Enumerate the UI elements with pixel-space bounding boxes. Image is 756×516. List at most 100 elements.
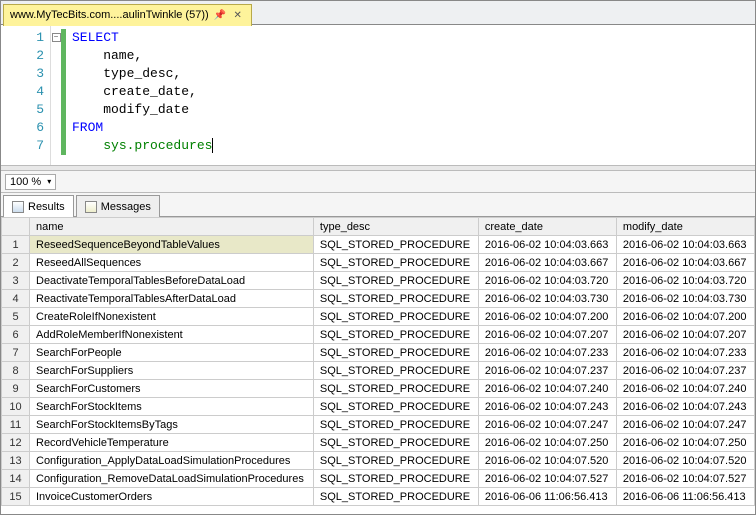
- cell[interactable]: ReseedSequenceBeyondTableValues: [30, 236, 314, 254]
- cell[interactable]: 2016-06-02 10:04:07.200: [478, 308, 616, 326]
- cell[interactable]: 2016-06-02 10:04:07.237: [616, 362, 754, 380]
- table-row[interactable]: 7SearchForPeopleSQL_STORED_PROCEDURE2016…: [2, 344, 755, 362]
- cell[interactable]: SQL_STORED_PROCEDURE: [313, 344, 478, 362]
- cell[interactable]: SQL_STORED_PROCEDURE: [313, 362, 478, 380]
- row-number[interactable]: 2: [2, 254, 30, 272]
- table-row[interactable]: 4ReactivateTemporalTablesAfterDataLoadSQ…: [2, 290, 755, 308]
- cell[interactable]: 2016-06-02 10:04:07.243: [478, 398, 616, 416]
- cell[interactable]: 2016-06-02 10:04:07.247: [616, 416, 754, 434]
- table-row[interactable]: 15InvoiceCustomerOrdersSQL_STORED_PROCED…: [2, 488, 755, 506]
- row-number[interactable]: 8: [2, 362, 30, 380]
- cell[interactable]: SQL_STORED_PROCEDURE: [313, 254, 478, 272]
- row-number[interactable]: 4: [2, 290, 30, 308]
- cell[interactable]: CreateRoleIfNonexistent: [30, 308, 314, 326]
- cell[interactable]: 2016-06-02 10:04:03.663: [478, 236, 616, 254]
- sql-editor[interactable]: 1234567 − SELECT name, type_desc, create…: [1, 25, 755, 165]
- table-row[interactable]: 10SearchForStockItemsSQL_STORED_PROCEDUR…: [2, 398, 755, 416]
- cell[interactable]: 2016-06-02 10:04:07.237: [478, 362, 616, 380]
- cell[interactable]: SearchForStockItems: [30, 398, 314, 416]
- cell[interactable]: SQL_STORED_PROCEDURE: [313, 236, 478, 254]
- cell[interactable]: SQL_STORED_PROCEDURE: [313, 326, 478, 344]
- cell[interactable]: Configuration_RemoveDataLoadSimulationPr…: [30, 470, 314, 488]
- row-number[interactable]: 5: [2, 308, 30, 326]
- row-number[interactable]: 13: [2, 452, 30, 470]
- table-row[interactable]: 9SearchForCustomersSQL_STORED_PROCEDURE2…: [2, 380, 755, 398]
- document-tab[interactable]: www.MyTecBits.com....aulinTwinkle (57)) …: [3, 4, 252, 26]
- cell[interactable]: 2016-06-02 10:04:07.527: [478, 470, 616, 488]
- cell[interactable]: 2016-06-06 11:06:56.413: [478, 488, 616, 506]
- tab-messages[interactable]: Messages: [76, 195, 160, 217]
- table-row[interactable]: 5CreateRoleIfNonexistentSQL_STORED_PROCE…: [2, 308, 755, 326]
- col-header[interactable]: name: [30, 218, 314, 236]
- cell[interactable]: 2016-06-02 10:04:07.247: [478, 416, 616, 434]
- cell[interactable]: 2016-06-02 10:04:07.527: [616, 470, 754, 488]
- table-row[interactable]: 11SearchForStockItemsByTagsSQL_STORED_PR…: [2, 416, 755, 434]
- row-number[interactable]: 11: [2, 416, 30, 434]
- cell[interactable]: SQL_STORED_PROCEDURE: [313, 290, 478, 308]
- tab-results[interactable]: Results: [3, 195, 74, 217]
- cell[interactable]: 2016-06-02 10:04:03.720: [478, 272, 616, 290]
- row-number[interactable]: 14: [2, 470, 30, 488]
- cell[interactable]: SearchForSuppliers: [30, 362, 314, 380]
- zoom-select[interactable]: 100 % ▾: [5, 174, 56, 190]
- cell[interactable]: 2016-06-02 10:04:07.233: [478, 344, 616, 362]
- cell[interactable]: 2016-06-02 10:04:07.207: [616, 326, 754, 344]
- cell[interactable]: 2016-06-02 10:04:03.720: [616, 272, 754, 290]
- close-icon[interactable]: ✕: [231, 8, 245, 22]
- row-number[interactable]: 3: [2, 272, 30, 290]
- cell[interactable]: SQL_STORED_PROCEDURE: [313, 488, 478, 506]
- table-row[interactable]: 2ReseedAllSequencesSQL_STORED_PROCEDURE2…: [2, 254, 755, 272]
- cell[interactable]: InvoiceCustomerOrders: [30, 488, 314, 506]
- pin-icon[interactable]: 📌: [213, 8, 227, 22]
- cell[interactable]: 2016-06-02 10:04:03.667: [478, 254, 616, 272]
- cell[interactable]: 2016-06-02 10:04:07.240: [478, 380, 616, 398]
- cell[interactable]: 2016-06-02 10:04:07.250: [478, 434, 616, 452]
- row-number[interactable]: 12: [2, 434, 30, 452]
- table-row[interactable]: 1ReseedSequenceBeyondTableValuesSQL_STOR…: [2, 236, 755, 254]
- col-header[interactable]: modify_date: [616, 218, 754, 236]
- row-number[interactable]: 9: [2, 380, 30, 398]
- cell[interactable]: 2016-06-02 10:04:07.520: [616, 452, 754, 470]
- table-row[interactable]: 14Configuration_RemoveDataLoadSimulation…: [2, 470, 755, 488]
- table-row[interactable]: 6AddRoleMemberIfNonexistentSQL_STORED_PR…: [2, 326, 755, 344]
- cell[interactable]: 2016-06-02 10:04:07.250: [616, 434, 754, 452]
- cell[interactable]: SearchForStockItemsByTags: [30, 416, 314, 434]
- cell[interactable]: SQL_STORED_PROCEDURE: [313, 308, 478, 326]
- cell[interactable]: SearchForCustomers: [30, 380, 314, 398]
- cell[interactable]: SQL_STORED_PROCEDURE: [313, 434, 478, 452]
- cell[interactable]: DeactivateTemporalTablesBeforeDataLoad: [30, 272, 314, 290]
- cell[interactable]: RecordVehicleTemperature: [30, 434, 314, 452]
- cell[interactable]: 2016-06-02 10:04:03.667: [616, 254, 754, 272]
- row-number[interactable]: 10: [2, 398, 30, 416]
- row-number[interactable]: 1: [2, 236, 30, 254]
- row-number[interactable]: 6: [2, 326, 30, 344]
- cell[interactable]: 2016-06-02 10:04:07.200: [616, 308, 754, 326]
- cell[interactable]: 2016-06-06 11:06:56.413: [616, 488, 754, 506]
- corner-cell[interactable]: [2, 218, 30, 236]
- cell[interactable]: AddRoleMemberIfNonexistent: [30, 326, 314, 344]
- table-row[interactable]: 12RecordVehicleTemperatureSQL_STORED_PRO…: [2, 434, 755, 452]
- collapse-toggle-icon[interactable]: −: [52, 33, 61, 42]
- cell[interactable]: SQL_STORED_PROCEDURE: [313, 398, 478, 416]
- cell[interactable]: SQL_STORED_PROCEDURE: [313, 272, 478, 290]
- cell[interactable]: SQL_STORED_PROCEDURE: [313, 452, 478, 470]
- row-number[interactable]: 7: [2, 344, 30, 362]
- cell[interactable]: 2016-06-02 10:04:07.207: [478, 326, 616, 344]
- code-area[interactable]: SELECT name, type_desc, create_date, mod…: [66, 25, 227, 165]
- cell[interactable]: 2016-06-02 10:04:03.730: [478, 290, 616, 308]
- cell[interactable]: 2016-06-02 10:04:07.233: [616, 344, 754, 362]
- row-number[interactable]: 15: [2, 488, 30, 506]
- cell[interactable]: SQL_STORED_PROCEDURE: [313, 380, 478, 398]
- cell[interactable]: 2016-06-02 10:04:07.243: [616, 398, 754, 416]
- results-grid-wrap[interactable]: name type_desc create_date modify_date 1…: [1, 217, 755, 516]
- cell[interactable]: ReactivateTemporalTablesAfterDataLoad: [30, 290, 314, 308]
- table-row[interactable]: 3DeactivateTemporalTablesBeforeDataLoadS…: [2, 272, 755, 290]
- cell[interactable]: SQL_STORED_PROCEDURE: [313, 416, 478, 434]
- cell[interactable]: SearchForPeople: [30, 344, 314, 362]
- table-row[interactable]: 13Configuration_ApplyDataLoadSimulationP…: [2, 452, 755, 470]
- cell[interactable]: ReseedAllSequences: [30, 254, 314, 272]
- cell[interactable]: Configuration_ApplyDataLoadSimulationPro…: [30, 452, 314, 470]
- cell[interactable]: 2016-06-02 10:04:07.240: [616, 380, 754, 398]
- col-header[interactable]: create_date: [478, 218, 616, 236]
- cell[interactable]: 2016-06-02 10:04:03.730: [616, 290, 754, 308]
